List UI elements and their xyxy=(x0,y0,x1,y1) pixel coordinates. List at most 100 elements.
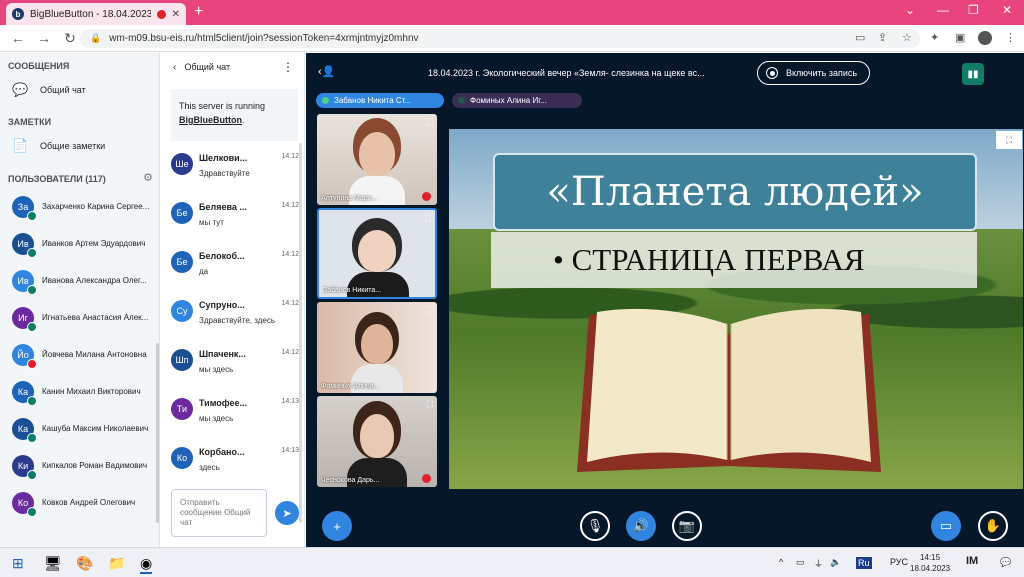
fullscreen-icon[interactable]: ⛶ xyxy=(996,131,1022,149)
new-tab-button[interactable]: + xyxy=(194,3,203,21)
close-window-icon[interactable]: ✕ xyxy=(1002,3,1012,17)
user-list-item[interactable]: За Захарченко Карина Сергее... xyxy=(0,188,159,225)
user-list-item[interactable]: Ка Канин Михаил Викторович xyxy=(0,373,159,410)
volume-icon[interactable]: 🔈 xyxy=(830,557,841,568)
welcome-suffix: . xyxy=(242,115,245,125)
expand-icon[interactable]: ⛶ xyxy=(425,213,431,224)
record-button[interactable]: Включить запись xyxy=(757,61,870,85)
video-tile[interactable]: ⛶ Алтунина Мари... xyxy=(317,114,437,205)
lock-icon[interactable]: 🔒 xyxy=(90,33,101,44)
clock[interactable]: 14:15 18.04.2023 xyxy=(910,552,950,574)
app-icon[interactable]: 🖥 xyxy=(44,555,62,572)
notification-icon[interactable]: 💬 xyxy=(1000,557,1011,568)
user-list-toggle-icon[interactable]: ‹👤 xyxy=(318,65,335,78)
gear-icon[interactable]: ⚙ xyxy=(143,171,153,184)
minimize-icon[interactable]: — xyxy=(937,3,949,17)
participant-video xyxy=(359,132,395,176)
chat-message: Су Супруно... 14:12 Здравствуйте, здесь xyxy=(161,288,304,337)
user-list-item[interactable]: Иг Игнатьева Анастасия Алек... xyxy=(0,299,159,336)
language-label[interactable]: РУС xyxy=(890,557,908,567)
url-field[interactable]: 🔒 wm-m09.bsu-eis.ru/html5client/join?ses… xyxy=(80,29,920,48)
avatar-initials: Бе xyxy=(176,257,188,267)
app-tray-icon[interactable]: IM xyxy=(966,555,978,567)
browser-tab[interactable]: b BigBlueButton - 18.04.2023 г. Э ✕ xyxy=(6,3,186,25)
sidepanel-icon[interactable]: ▣ xyxy=(955,31,965,44)
avatar-initials: Су xyxy=(176,306,188,316)
tray-icon[interactable]: ▭ xyxy=(796,557,805,568)
user-list-item[interactable]: Ко Ковков Андрей Олегович xyxy=(0,484,159,521)
expand-icon[interactable]: ⛶ xyxy=(427,305,433,316)
camera-icon[interactable]: ▭ xyxy=(855,31,865,44)
chevron-down-icon[interactable]: ⌄ xyxy=(905,3,915,17)
paint-icon[interactable]: 🎨 xyxy=(76,555,93,572)
forward-icon[interactable]: → xyxy=(36,30,52,46)
message-list: Ше Шелкови... 14:12 Здравствуйте Бе Беляева .… xyxy=(161,141,304,484)
chat-bubble-icon: 💬 xyxy=(12,82,29,97)
participant-video xyxy=(360,414,394,458)
camera-button[interactable]: 📷 xyxy=(672,511,702,541)
share-icon[interactable]: ⇪ xyxy=(878,31,887,44)
sidebar-scrollbar[interactable] xyxy=(156,343,159,523)
send-button[interactable]: ➤ xyxy=(275,501,299,525)
avatar-initials: Ти xyxy=(176,404,188,414)
mic-icon xyxy=(27,506,37,517)
chat-scrollbar[interactable] xyxy=(299,143,302,523)
microphone-off-icon: 🎙 xyxy=(586,518,604,533)
network-icon[interactable]: ⏚ xyxy=(814,557,823,570)
left-sidebar: СООБЩЕНИЯ 💬 Общий чат ЗАМЕТКИ 📄 Общие за… xyxy=(0,53,160,547)
chat-options-icon[interactable]: ⋮ xyxy=(282,60,294,74)
close-tab-icon[interactable]: ✕ xyxy=(172,9,180,20)
shared-notes-item[interactable]: 📄 Общие заметки xyxy=(0,127,159,165)
url-text: wm-m09.bsu-eis.ru/html5client/join?sessi… xyxy=(109,33,419,44)
video-tile[interactable]: ⛶ Фоминых Алина... xyxy=(317,302,437,393)
user-list-item[interactable]: Ка Кашуба Максим Николаевич xyxy=(0,410,159,447)
presentation-slide[interactable]: «Планета людей» • СТРАНИЦА ПЕРВАЯ xyxy=(449,129,1023,489)
public-chat-item[interactable]: 💬 Общий чат xyxy=(0,71,159,109)
message-author: Шпаченк... xyxy=(199,349,246,359)
expand-icon[interactable]: ⛶ xyxy=(427,117,433,128)
bigbluebutton-favicon-icon: b xyxy=(12,8,24,20)
video-tile[interactable]: ⛶ Забанов Никита... xyxy=(317,208,437,299)
expand-icon[interactable]: ⛶ xyxy=(427,399,433,410)
video-name: Чеснокова Дарь... xyxy=(321,477,380,484)
avatar: Ше xyxy=(171,153,193,175)
video-tile[interactable]: ⛶ Чеснокова Дарь... xyxy=(317,396,437,487)
chrome-icon[interactable]: ◉ xyxy=(140,555,153,574)
user-name: Канин Михаил Викторович xyxy=(42,387,141,396)
avatar-initials: Иг xyxy=(18,312,28,323)
maximize-icon[interactable]: ❐ xyxy=(968,3,979,17)
folder-icon[interactable]: 📁 xyxy=(108,555,125,572)
avatar-initials: Шп xyxy=(175,355,189,365)
actions-button[interactable]: + xyxy=(322,511,352,541)
message-author: Шелкови... xyxy=(199,153,248,163)
hand-icon: ✋ xyxy=(984,518,1002,533)
tab-title: BigBlueButton - 18.04.2023 г. Э xyxy=(30,8,151,20)
connection-status-icon[interactable]: ▮▮ xyxy=(962,63,984,85)
back-icon[interactable]: ← xyxy=(10,30,26,46)
avatar-initials: За xyxy=(17,201,29,212)
user-list-item[interactable]: Ив Иванков Артем Эдуардович xyxy=(0,225,159,262)
raise-hand-button[interactable]: ✋ xyxy=(978,511,1008,541)
bigbluebutton-link[interactable]: BigBlueButton xyxy=(179,115,242,125)
chevron-left-icon[interactable]: ‹ xyxy=(173,62,176,73)
presentation-button[interactable]: ▭ xyxy=(931,511,961,541)
mic-icon xyxy=(27,469,37,480)
windows-start-icon[interactable]: ⊞ xyxy=(12,555,24,572)
avatar: Йо xyxy=(12,343,37,369)
plus-icon: + xyxy=(333,518,341,534)
user-list-item[interactable]: Ки Кипкалов Роман Вадимович xyxy=(0,447,159,484)
message-author: Белокоб... xyxy=(199,251,245,261)
menu-dots-icon[interactable]: ⋮ xyxy=(1005,31,1016,44)
profile-avatar[interactable] xyxy=(978,31,992,45)
tray-chevron-icon[interactable]: ^ xyxy=(779,557,783,567)
language-badge[interactable]: Ru xyxy=(856,557,872,569)
user-list-item[interactable]: Йо Йовчева Милана Антоновна xyxy=(0,336,159,373)
chat-message-input[interactable]: Отправить сообщение Общий чат xyxy=(171,489,267,537)
reload-icon[interactable]: ↻ xyxy=(62,30,78,47)
mute-button[interactable]: 🎙 xyxy=(580,511,610,541)
send-icon: ➤ xyxy=(282,507,292,520)
extensions-icon[interactable]: ✦ xyxy=(930,31,939,44)
user-list-item[interactable]: Ив Иванова Александра Олег... xyxy=(0,262,159,299)
audio-button[interactable]: 🔊 xyxy=(626,511,656,541)
star-icon[interactable]: ☆ xyxy=(902,31,912,44)
